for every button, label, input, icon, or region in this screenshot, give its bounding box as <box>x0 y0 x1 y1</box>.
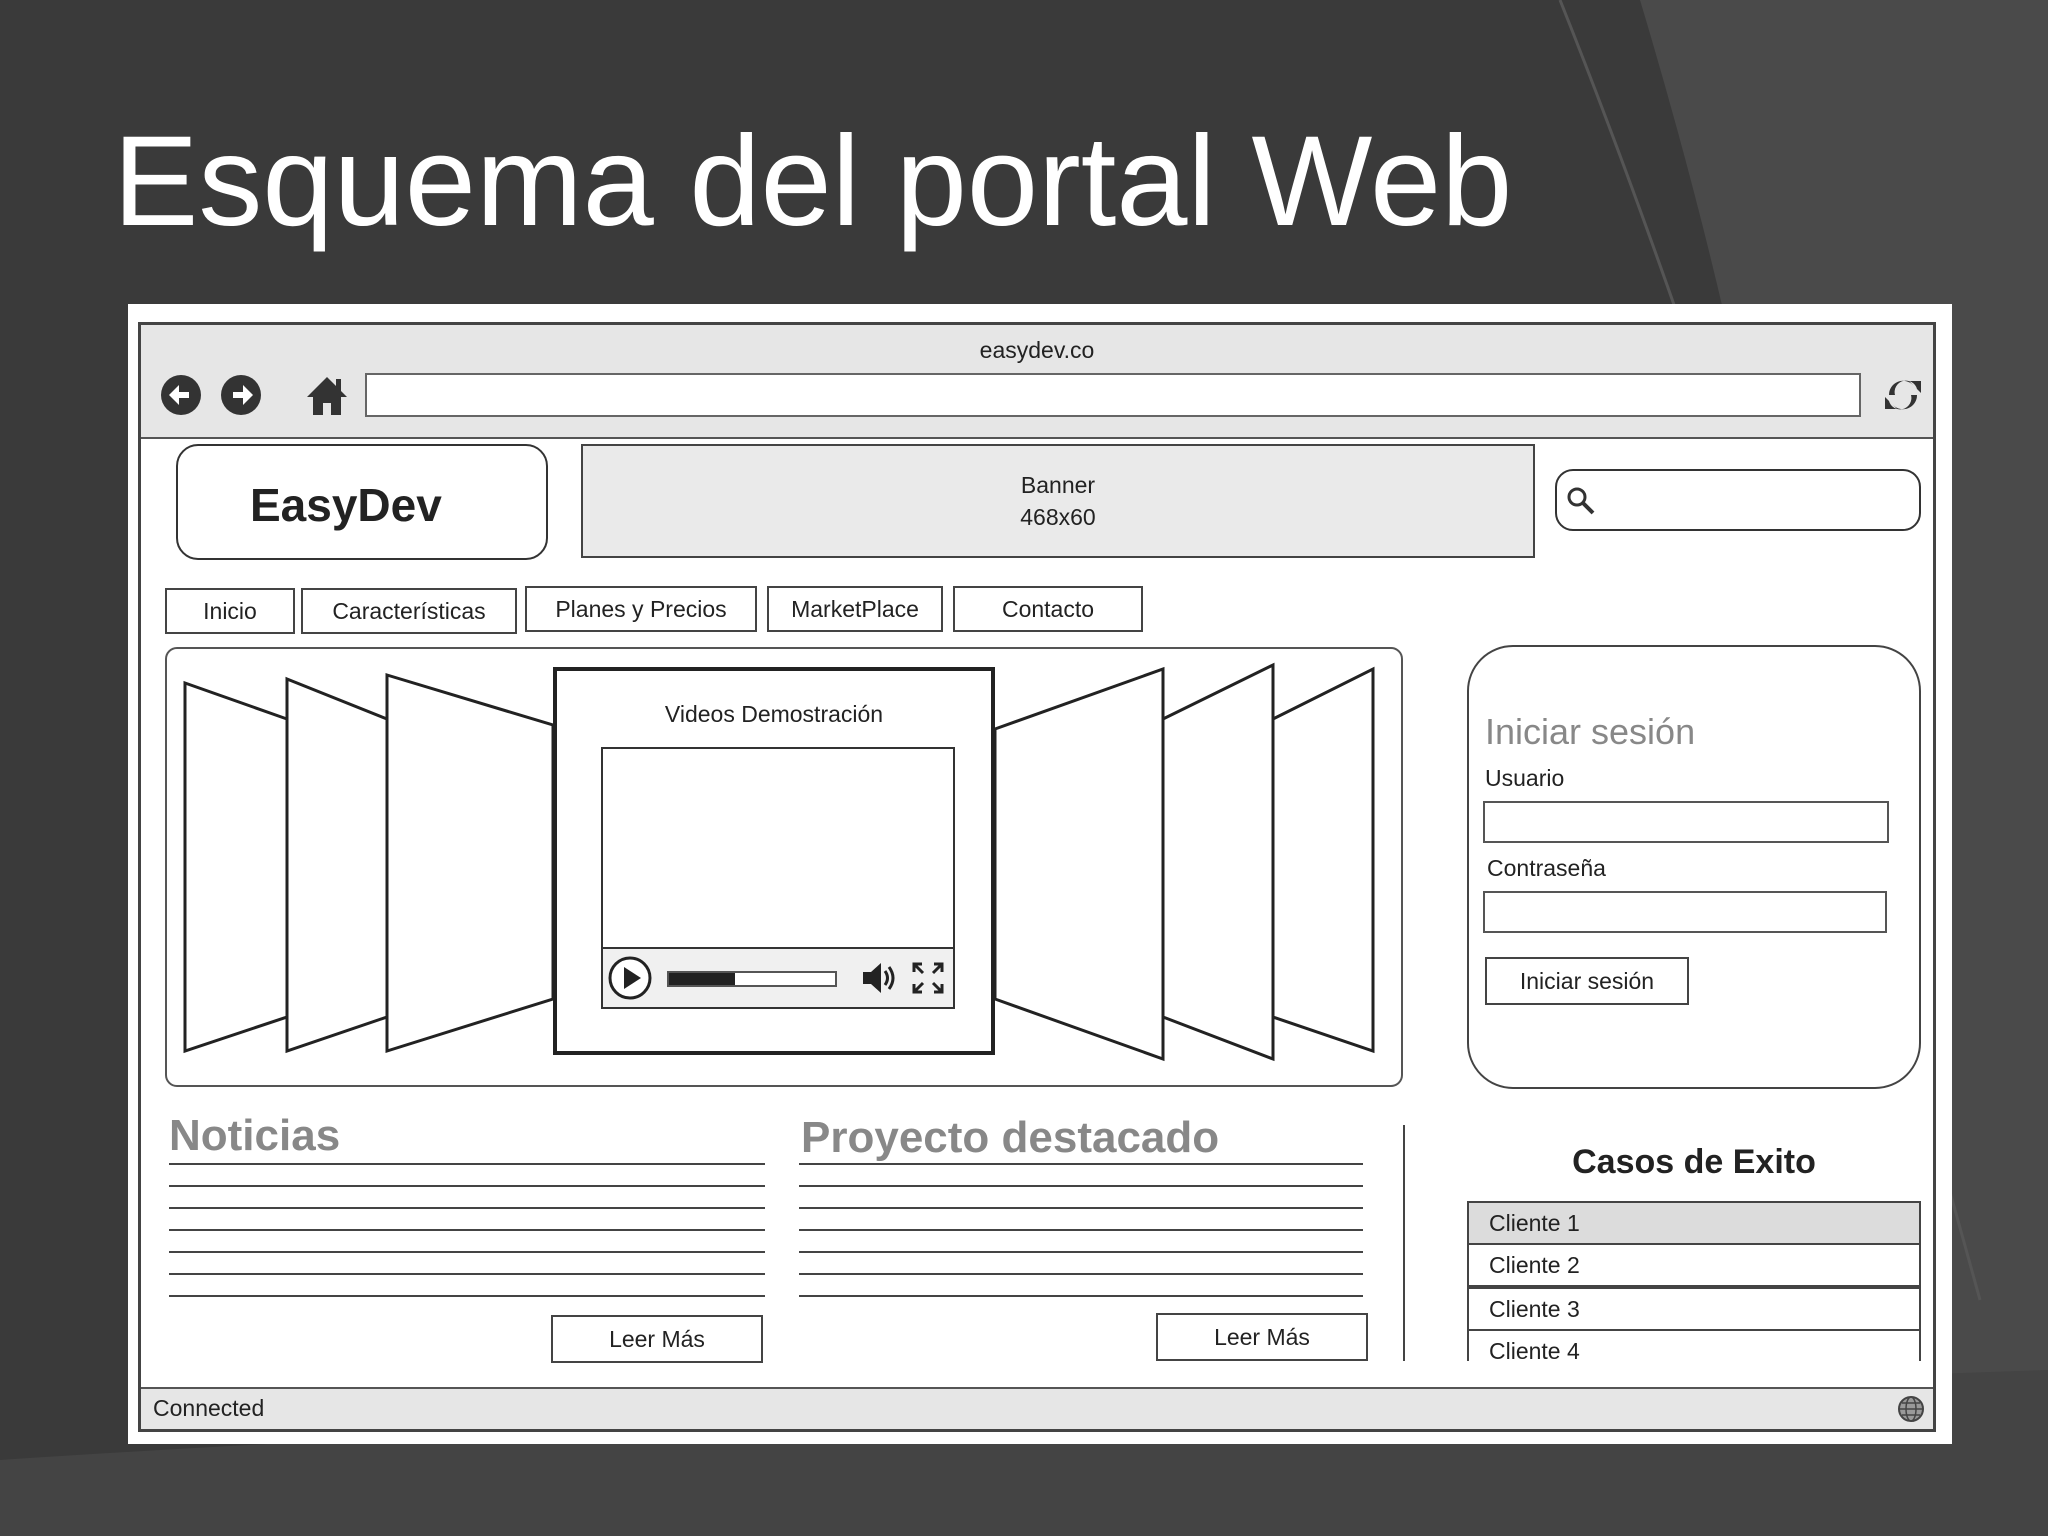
cases-list-item[interactable]: Cliente 3 <box>1467 1287 1921 1331</box>
status-text: Connected <box>153 1395 265 1421</box>
featured-line <box>799 1185 1363 1187</box>
browser-window: easydev.co EasyDev Banner 468x60 Inicio … <box>138 322 1936 1432</box>
featured-line <box>799 1295 1363 1297</box>
cases-title: Casos de Exito <box>1572 1143 1816 1181</box>
video-carousel[interactable]: Videos Demostración <box>165 647 1403 1087</box>
search-input[interactable] <box>1555 469 1921 531</box>
back-arrow-icon[interactable] <box>159 373 203 417</box>
video-progress-bar[interactable] <box>667 971 837 987</box>
logo-text: EasyDev <box>250 479 442 531</box>
menu-item-caracteristicas[interactable]: Características <box>301 588 517 634</box>
banner-label: Banner <box>1020 472 1096 498</box>
globe-icon <box>1898 1396 1924 1422</box>
banner-size: 468x60 <box>1020 504 1096 530</box>
login-panel: Iniciar sesión Usuario Contraseña Inicia… <box>1467 645 1921 1089</box>
news-read-more-button[interactable]: Leer Más <box>551 1315 763 1363</box>
news-line <box>169 1295 765 1297</box>
search-icon <box>1567 487 1595 515</box>
address-bar[interactable] <box>365 373 1861 417</box>
carousel-slide-right-1 <box>1271 666 1375 1054</box>
news-line <box>169 1185 765 1187</box>
banner-placeholder: Banner 468x60 <box>581 444 1535 558</box>
slide-title: Esquema del portal Web <box>113 110 1513 253</box>
video-player-frame: Videos Demostración <box>553 667 995 1055</box>
menu-item-inicio[interactable]: Inicio <box>165 588 295 634</box>
featured-title: Proyecto destacado <box>801 1113 1220 1162</box>
news-line <box>169 1251 765 1253</box>
refresh-icon[interactable] <box>1881 373 1925 417</box>
login-button[interactable]: Iniciar sesión <box>1485 957 1689 1005</box>
video-controls <box>603 947 953 1007</box>
featured-read-more-button[interactable]: Leer Más <box>1156 1313 1368 1361</box>
password-label: Contraseña <box>1487 855 1606 881</box>
video-screen[interactable] <box>601 747 955 1009</box>
password-field[interactable] <box>1483 891 1887 933</box>
menu-item-marketplace[interactable]: MarketPlace <box>767 586 943 632</box>
news-line <box>169 1163 765 1165</box>
cases-list: Cliente 1 Cliente 2 Cliente 3 Cliente 4 <box>1467 1201 1921 1364</box>
cases-list-item[interactable]: Cliente 2 <box>1467 1243 1921 1287</box>
username-label: Usuario <box>1485 765 1565 791</box>
menu-item-contacto[interactable]: Contacto <box>953 586 1143 632</box>
featured-line <box>799 1273 1363 1275</box>
browser-status-bar: Connected <box>141 1387 1933 1429</box>
browser-toolbar: easydev.co <box>141 325 1933 439</box>
cases-list-item[interactable]: Cliente 4 <box>1467 1329 1921 1364</box>
fullscreen-icon[interactable] <box>911 961 945 995</box>
news-line <box>169 1273 765 1275</box>
site-logo[interactable]: EasyDev <box>176 444 548 560</box>
play-icon[interactable] <box>607 955 653 1001</box>
news-line <box>169 1207 765 1209</box>
video-progress-fill <box>669 973 736 985</box>
volume-icon[interactable] <box>859 959 899 997</box>
news-title: Noticias <box>169 1111 341 1160</box>
video-title: Videos Demostración <box>664 701 884 727</box>
wireframe-mockup: easydev.co EasyDev Banner 468x60 Inicio … <box>128 304 1952 1444</box>
carousel-slide-right-3 <box>993 666 1165 1062</box>
featured-line <box>799 1251 1363 1253</box>
featured-line <box>799 1163 1363 1165</box>
window-title: easydev.co <box>979 337 1095 363</box>
username-field[interactable] <box>1483 801 1889 843</box>
carousel-slide-left-3 <box>385 672 555 1054</box>
login-title: Iniciar sesión <box>1485 711 1696 752</box>
featured-line <box>799 1207 1363 1209</box>
home-icon[interactable] <box>305 373 349 417</box>
news-line <box>169 1229 765 1231</box>
carousel-slide-left-1 <box>183 680 289 1054</box>
menu-item-planes-precios[interactable]: Planes y Precios <box>525 586 757 632</box>
carousel-slide-right-2 <box>1161 662 1275 1062</box>
forward-arrow-icon[interactable] <box>219 373 263 417</box>
cases-list-item[interactable]: Cliente 1 <box>1467 1201 1921 1245</box>
section-divider <box>1403 1125 1405 1361</box>
featured-line <box>799 1229 1363 1231</box>
carousel-slide-left-2 <box>285 676 389 1054</box>
